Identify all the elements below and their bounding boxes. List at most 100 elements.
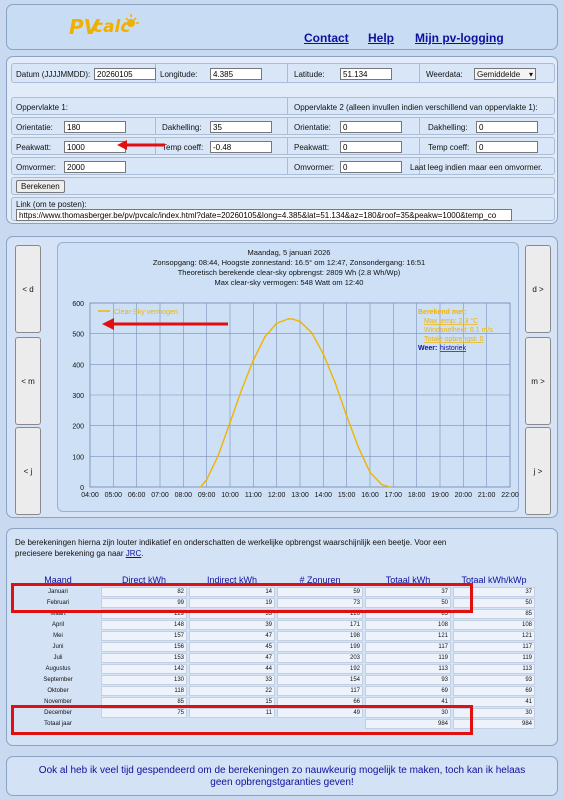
tempcoeff1-input[interactable] — [210, 141, 272, 153]
location-row: Datum (JJJJMMDD): Longitude: Latitude: W… — [11, 63, 555, 83]
latitude-input[interactable] — [340, 68, 392, 80]
cell-direct: 118 — [101, 686, 187, 696]
cell-direct: 142 — [101, 664, 187, 674]
berekend-met-value: Totale opbrengst: 0 — [424, 336, 484, 343]
legend-label: Clear-Sky vermogen — [114, 309, 178, 316]
y-tick-label: 300 — [72, 393, 84, 400]
input-form-panel: Datum (JJJJMMDD): Longitude: Latitude: W… — [6, 56, 558, 224]
berekend-met-label: Berekend met: — [418, 309, 467, 316]
jrc-link[interactable]: JRC — [126, 549, 142, 558]
chart-title-line: Theoretisch berekende clear-sky opbrengs… — [178, 268, 401, 277]
cell-direct: 157 — [101, 631, 187, 641]
cell-month: Juni — [17, 642, 99, 652]
peakwatt2-input[interactable] — [340, 141, 402, 153]
longitude-input[interactable] — [210, 68, 262, 80]
weerdata-selected: Gemiddelde — [477, 70, 521, 79]
table-intro-text: De berekeningen hierna zijn louter indik… — [15, 538, 447, 558]
cell-totaal-kwp: 108 — [453, 620, 535, 630]
x-tick-label: 10:00 — [221, 492, 239, 499]
peakwatt1-label: Peakwatt: — [16, 143, 52, 152]
contact-link[interactable]: Contact — [304, 31, 349, 45]
x-tick-label: 15:00 — [338, 492, 356, 499]
clear-sky-point — [310, 331, 313, 334]
cell-totaal-kwp: 113 — [453, 664, 535, 674]
footer-panel: Ook al heb ik veel tijd gespendeerd om d… — [6, 756, 558, 796]
x-tick-label: 09:00 — [198, 492, 216, 499]
cell-totaal: 113 — [365, 664, 451, 674]
monthly-table-panel: De berekeningen hierna zijn louter indik… — [6, 528, 558, 746]
cell-month: September — [17, 675, 99, 685]
clear-sky-point — [345, 415, 348, 417]
clear-sky-point — [380, 483, 383, 486]
berekenen-button[interactable]: Berekenen — [16, 180, 65, 193]
weer-label: Weer: — [418, 345, 437, 352]
omvormer2-label: Omvormer: — [294, 163, 334, 172]
cell-month: Oktober — [17, 686, 99, 696]
link-input[interactable] — [16, 209, 512, 221]
tempcoeff1-label: Temp coeff: — [162, 143, 204, 152]
table-row: Juni 156 45 199 117 117 — [17, 642, 535, 652]
next-month-button[interactable]: m > — [525, 337, 551, 425]
datum-input[interactable] — [94, 68, 156, 80]
cell-zonuren: 198 — [277, 631, 363, 641]
x-tick-label: 04:00 — [81, 492, 99, 499]
x-tick-label: 18:00 — [408, 492, 426, 499]
clear-sky-point — [264, 335, 266, 338]
prev-year-button[interactable]: < j — [15, 427, 41, 515]
y-tick-label: 200 — [72, 424, 84, 431]
x-tick-label: 13:00 — [291, 492, 309, 499]
chart-title-line: Maandag, 5 januari 2026 — [248, 248, 331, 257]
cell-zonuren: 192 — [277, 664, 363, 674]
mijn-pv-logging-link[interactable]: Mijn pv-logging — [415, 31, 504, 45]
prev-month-button[interactable]: < m — [15, 337, 41, 425]
table-row: Augustus 142 44 192 113 113 — [17, 664, 535, 674]
orientatie2-input[interactable] — [340, 121, 402, 133]
peakwatt-row: Peakwatt: Temp coeff: Peakwatt: Temp coe… — [11, 137, 555, 155]
x-tick-label: 07:00 — [151, 492, 169, 499]
table-row: Juli 153 47 203 119 119 — [17, 653, 535, 663]
omvormer2-input[interactable] — [340, 161, 402, 173]
clear-sky-point — [334, 381, 336, 384]
next-year-button[interactable]: j > — [525, 427, 551, 515]
cell-indirect: 22 — [189, 686, 275, 696]
clear-sky-point — [252, 359, 255, 362]
prev-day-button[interactable]: < d — [15, 245, 41, 333]
weerdata-select[interactable]: Gemiddelde ▾ — [474, 68, 536, 80]
red-arrow-annotation — [117, 140, 165, 150]
cell-indirect: 47 — [189, 631, 275, 641]
submit-row: Berekenen — [11, 177, 555, 195]
cell-totaal: 108 — [365, 620, 451, 630]
orientatie1-input[interactable] — [64, 121, 126, 133]
omvormer1-input[interactable] — [64, 161, 126, 173]
clear-sky-point — [357, 446, 360, 448]
cell-totaal-kwp: 121 — [453, 631, 535, 641]
clear-sky-point — [369, 471, 371, 474]
x-tick-label: 08:00 — [175, 492, 193, 499]
next-day-button[interactable]: d > — [525, 245, 551, 333]
dakhelling1-input[interactable] — [210, 121, 272, 133]
help-link[interactable]: Help — [368, 31, 394, 45]
x-tick-label: 11:00 — [245, 492, 262, 499]
dakhelling2-input[interactable] — [476, 121, 538, 133]
weer-historiek-link: historiek — [440, 345, 467, 352]
x-tick-label: 12:00 — [268, 492, 286, 499]
cell-direct: 156 — [101, 642, 187, 652]
clear-sky-point — [322, 353, 325, 355]
cell-totaal-kwp: 69 — [453, 686, 535, 696]
clear-sky-point — [299, 320, 301, 323]
tempcoeff2-input[interactable] — [476, 141, 538, 153]
y-tick-label: 600 — [72, 301, 84, 308]
datum-label: Datum (JJJJMMDD): — [16, 70, 91, 79]
sun-icon — [124, 14, 139, 27]
cell-totaal-kwp: 119 — [453, 653, 535, 663]
table-row: September 130 33 154 93 93 — [17, 675, 535, 685]
clear-sky-point — [217, 454, 220, 457]
berekend-met-value: Windsnelheid: 6.1 m/s — [424, 327, 493, 334]
link-row: Link (om te posten): — [11, 197, 555, 221]
link-label: Link (om te posten): — [16, 200, 87, 209]
chart-title-line: Max clear-sky vermogen: 548 Watt om 12:4… — [215, 278, 364, 287]
cell-month: Augustus — [17, 664, 99, 674]
x-tick-label: 20:00 — [455, 492, 473, 499]
cell-month: Juli — [17, 653, 99, 663]
tempcoeff2-label: Temp coeff: — [428, 143, 470, 152]
